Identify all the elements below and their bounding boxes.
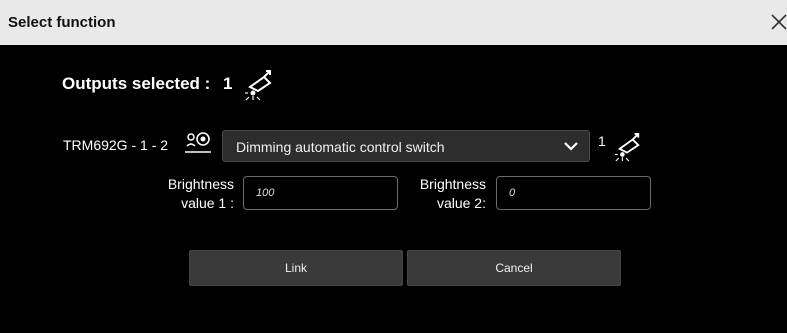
output-count: 1 [598,133,606,149]
function-select[interactable]: Dimming automatic control switch [222,130,590,162]
dimmable-light-output-icon [614,133,640,162]
brightness-value-2-input[interactable]: 0 [496,176,651,210]
function-select-value: Dimming automatic control switch [236,139,445,155]
brightness-value-1-label: Brightness value 1 : [167,176,234,211]
presence-sensor-icon [185,132,211,153]
select-function-dialog: Select function Outputs selected : 1 TRM… [0,0,787,333]
brightness-value-1-input[interactable]: 100 [243,176,398,210]
dialog-body: Outputs selected : 1 TRM692G - 1 - 2 Dim… [0,45,787,333]
chevron-down-icon [564,142,578,151]
outputs-selected-label: Outputs selected : [62,74,211,93]
device-label: TRM692G - 1 - 2 [63,137,169,153]
dialog-titlebar: Select function [0,0,787,45]
link-button[interactable]: Link [189,250,403,286]
close-icon[interactable] [770,8,787,34]
cancel-button[interactable]: Cancel [407,250,621,286]
dimmable-light-output-icon [245,70,272,101]
outputs-selected-count: 1 [223,74,233,93]
brightness-value-2-label: Brightness value 2: [419,176,486,211]
dialog-title: Select function [8,14,116,31]
